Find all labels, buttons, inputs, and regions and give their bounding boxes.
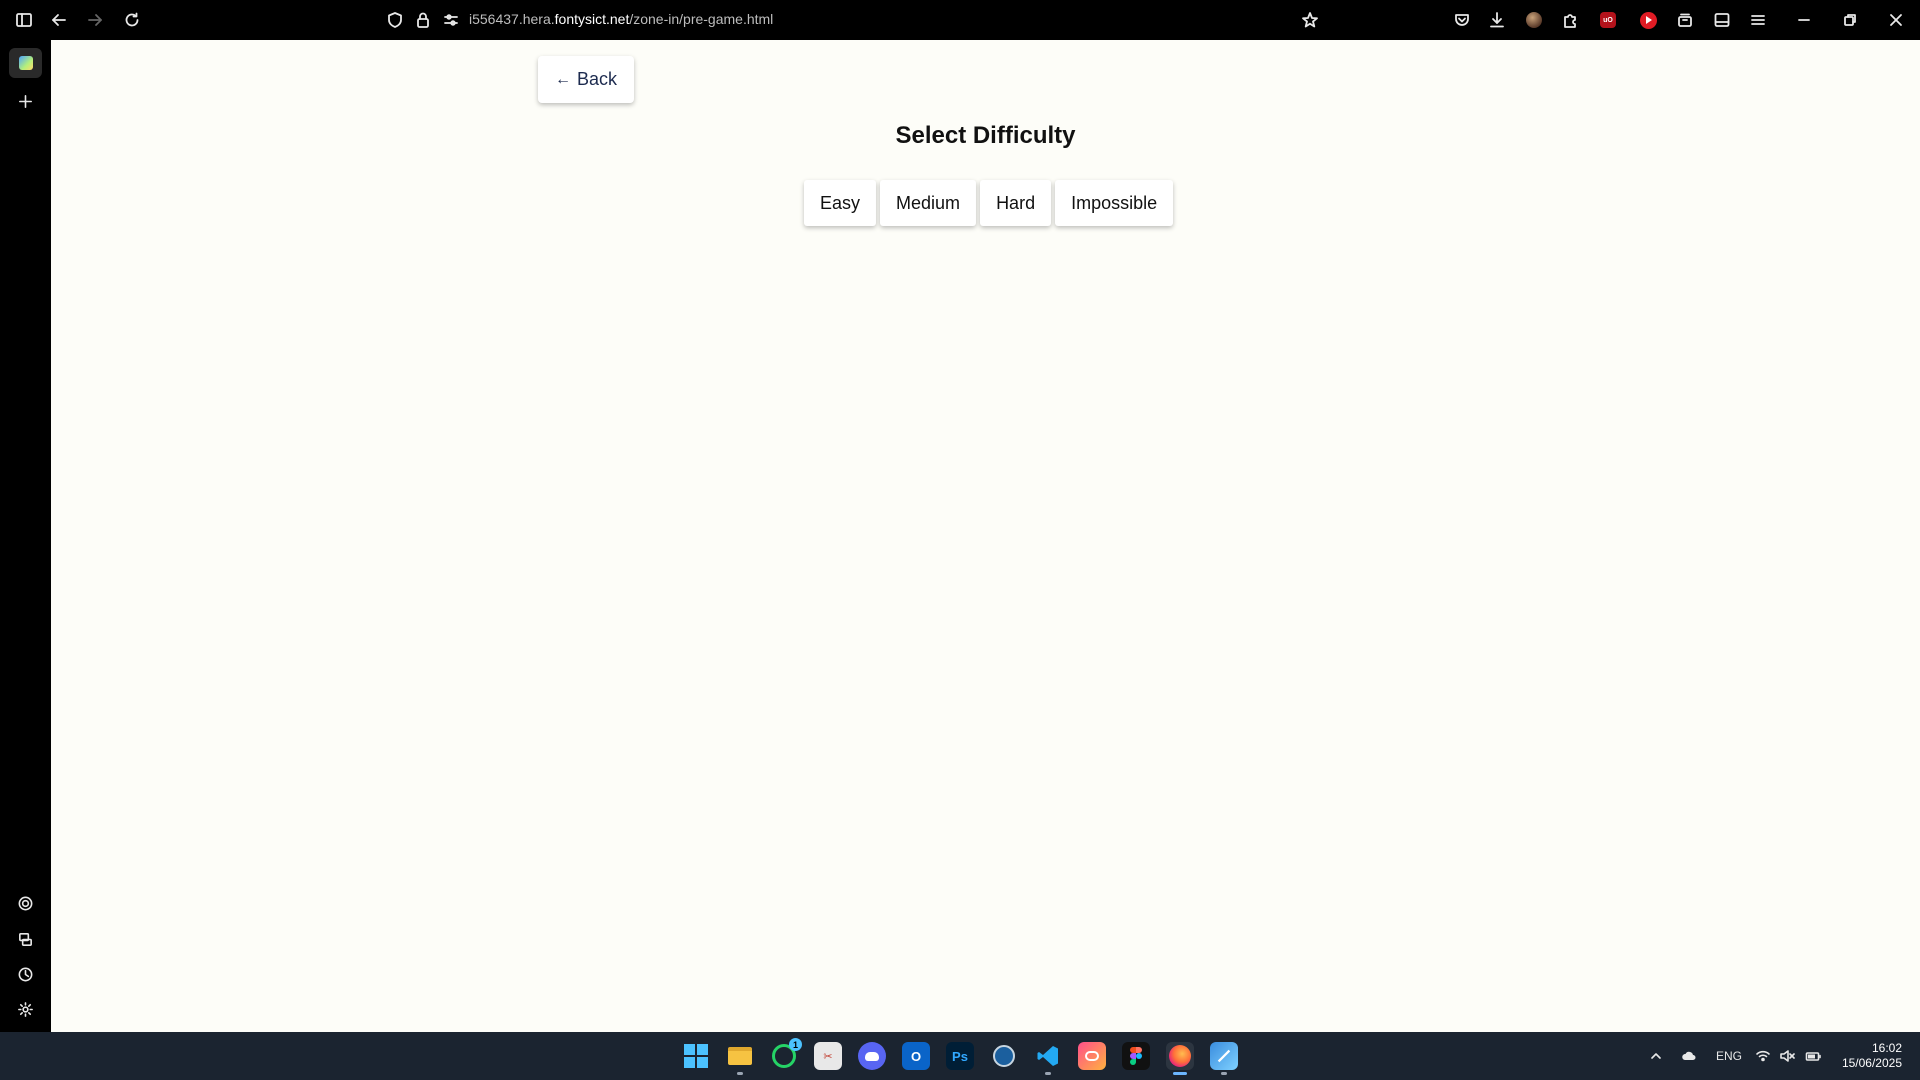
sidebar-toggle-icon[interactable] [12, 8, 36, 32]
windows-taskbar: 1 ✂ O Ps ENG 16:02 15/06/2025 [0, 1032, 1920, 1080]
firefox-icon[interactable] [1166, 1042, 1194, 1075]
difficulty-hard-button[interactable]: Hard [980, 180, 1052, 226]
youtube-extension-icon[interactable] [1636, 8, 1660, 32]
photoshop-icon[interactable]: Ps [946, 1042, 974, 1070]
back-button[interactable]: ← Back [538, 56, 634, 103]
whatsapp-notification-badge: 1 [789, 1038, 802, 1051]
extensions-puzzle-icon[interactable] [1558, 8, 1582, 32]
back-button-label: Back [576, 69, 618, 89]
difficulty-impossible-button[interactable]: Impossible [1055, 180, 1174, 226]
battery-icon[interactable] [1805, 1032, 1821, 1080]
difficulty-medium-button[interactable]: Medium [880, 180, 977, 226]
reload-icon[interactable] [120, 8, 144, 32]
page-content: ← Back Select Difficulty Easy Medium Har… [51, 40, 1920, 1032]
clock-date: 15/06/2025 [1841, 1056, 1902, 1070]
settings-gear-icon[interactable] [13, 997, 37, 1021]
file-explorer-icon[interactable] [726, 1042, 754, 1075]
difficulty-easy-button[interactable]: Easy [804, 180, 877, 226]
ai-chatbot-icon[interactable] [13, 891, 37, 915]
menu-hamburger-icon[interactable] [1746, 8, 1770, 32]
back-nav-icon[interactable] [47, 8, 71, 32]
restore-window-icon[interactable] [1838, 8, 1862, 32]
back-arrow-icon: ← [554, 70, 571, 88]
container-tabs-icon[interactable] [1673, 8, 1697, 32]
tracking-shield-icon[interactable] [383, 8, 407, 32]
sidebar-panel-icon[interactable] [1710, 8, 1734, 32]
tab-active-page[interactable] [9, 48, 42, 78]
page-title: Select Difficulty [895, 122, 1076, 149]
address-bar-url[interactable]: i556437.hera.fontysict.net/zone-in/pre-g… [469, 11, 773, 27]
outlook-icon[interactable]: O [902, 1042, 930, 1070]
vscode-icon[interactable] [1034, 1042, 1062, 1075]
url-prefix: i556437.hera. [469, 11, 555, 27]
whatsapp-icon[interactable]: 1 [770, 1038, 802, 1070]
windows-start-icon[interactable] [682, 1042, 710, 1070]
history-clock-icon[interactable] [13, 962, 37, 986]
vertical-tab-sidebar [0, 40, 51, 1032]
snipping-tool-icon[interactable]: ✂ [814, 1042, 842, 1070]
bookmark-star-icon[interactable] [1298, 8, 1322, 32]
steam-icon[interactable] [990, 1042, 1018, 1070]
language-indicator[interactable]: ENG [1716, 1032, 1742, 1080]
browser-toolbar: i556437.hera.fontysict.net/zone-in/pre-g… [0, 0, 1920, 40]
discord-icon[interactable] [858, 1042, 886, 1070]
show-hidden-icons[interactable] [1648, 1032, 1664, 1080]
minimize-window-icon[interactable] [1792, 8, 1816, 32]
profile-avatar-icon[interactable] [1522, 8, 1546, 32]
clock-time: 16:02 [1871, 1041, 1902, 1055]
close-window-icon[interactable] [1884, 8, 1908, 32]
lock-icon[interactable] [411, 8, 435, 32]
wifi-icon[interactable] [1755, 1032, 1771, 1080]
url-domain: fontysict.net [554, 11, 630, 27]
ublock-origin-icon[interactable]: uO [1596, 8, 1620, 32]
site-favicon-icon [18, 56, 33, 70]
downloads-icon[interactable] [1485, 8, 1509, 32]
pocket-icon[interactable] [1450, 8, 1474, 32]
snip-sketch-icon[interactable] [1210, 1042, 1238, 1075]
system-clock[interactable]: 16:02 15/06/2025 [1842, 1041, 1902, 1071]
forward-nav-icon[interactable] [83, 8, 107, 32]
creative-cloud-icon[interactable] [1078, 1042, 1106, 1070]
onedrive-cloud-icon[interactable] [1681, 1032, 1697, 1080]
synced-tabs-icon[interactable] [13, 927, 37, 951]
site-permissions-icon[interactable] [439, 8, 463, 32]
difficulty-options: Easy Medium Hard Impossible [804, 180, 1174, 226]
figma-icon[interactable] [1122, 1042, 1150, 1070]
volume-muted-icon[interactable] [1779, 1032, 1795, 1080]
url-path: /zone-in/pre-game.html [629, 11, 774, 27]
new-tab-plus-icon[interactable] [13, 89, 37, 113]
